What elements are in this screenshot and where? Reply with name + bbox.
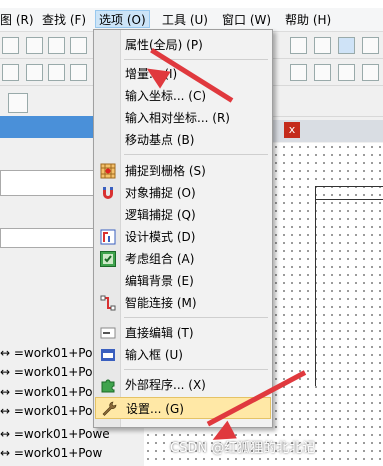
menu-item-label: 逻辑捕捉 (Q) <box>125 208 196 222</box>
toolbar-box-b-icon[interactable] <box>314 64 331 81</box>
menu-window[interactable]: 窗口 (W) <box>222 11 271 29</box>
toolbar-hash-icon[interactable] <box>290 37 307 54</box>
menu-item-edit-background[interactable]: 编辑背景 (E) <box>95 270 271 292</box>
menu-item-label: 对象捕捉 (O) <box>125 186 196 200</box>
magnet-icon <box>103 187 113 199</box>
menu-item-external-program[interactable]: 外部程序... (X) <box>95 374 271 396</box>
list-item[interactable]: ↔ =work01+Pow <box>0 444 110 463</box>
smart-connect-icon <box>100 295 116 311</box>
menu-item-label: 智能连接 (M) <box>125 296 197 310</box>
toolbar-box-icon[interactable] <box>290 64 307 81</box>
toolbar-doc-icon[interactable] <box>70 37 87 54</box>
menu-item-move-base[interactable]: 移动基点 (B) <box>95 129 271 151</box>
menu-item-smart-connect[interactable]: 智能连接 (M) <box>95 292 271 314</box>
menu-item-label: 捕捉到栅格 (S) <box>125 164 206 178</box>
menu-item-direct-edit[interactable]: 直接编辑 (T) <box>95 322 271 344</box>
menu-separator <box>124 59 268 60</box>
menu-separator <box>124 317 268 318</box>
menu-separator <box>124 154 268 155</box>
menu-find[interactable]: 查找 (F) <box>42 11 86 29</box>
menu-item-consider-group[interactable]: 考虑组合 (A) <box>95 248 271 270</box>
menu-item-logic-snap[interactable]: 逻辑捕捉 (Q) <box>95 204 271 226</box>
menu-item-label: 设计模式 (D) <box>125 230 196 244</box>
options-dropdown-menu: 属性(全局) (P) 增量... (I) 输入坐标... (C) 输入相对坐标.… <box>93 29 273 428</box>
menu-item-object-snap[interactable]: 对象捕捉 (O) <box>95 182 271 204</box>
toolbar-page-icon[interactable] <box>48 64 65 81</box>
menu-tools[interactable]: 工具 (U) <box>162 11 208 29</box>
menu-item-design-mode[interactable]: 设计模式 (D) <box>95 226 271 248</box>
toolbar-check-icon[interactable] <box>48 37 65 54</box>
toolbar-page-b-icon[interactable] <box>70 64 87 81</box>
menu-item-label: 直接编辑 (T) <box>125 326 194 340</box>
watermark: CSDN @红狐狸的北北记 <box>170 441 316 456</box>
input-box-icon <box>101 349 115 361</box>
toolbar-box-d-icon[interactable] <box>362 64 379 81</box>
toolbar-new-icon[interactable] <box>2 64 19 81</box>
menu-item-label: 输入相对坐标... (R) <box>125 111 230 125</box>
toolbar-open-icon[interactable] <box>26 64 43 81</box>
menu-item-label: 外部程序... (X) <box>125 378 206 392</box>
toolbar-grid-icon[interactable] <box>2 37 19 54</box>
menu-separator <box>124 369 268 370</box>
group-icon <box>100 251 116 267</box>
wrench-icon <box>102 401 117 416</box>
menu-item-label: 移动基点 (B) <box>125 133 195 147</box>
menu-item-label: 编辑背景 (E) <box>125 274 194 288</box>
menu-item-input-coords[interactable]: 输入坐标... (C) <box>95 85 271 107</box>
toolbar-hash-c-icon[interactable] <box>338 37 355 54</box>
direct-edit-icon <box>100 327 116 339</box>
puzzle-icon <box>101 379 115 393</box>
menu-item-label: 输入框 (U) <box>125 348 183 362</box>
menu-item-label: 输入坐标... (C) <box>125 89 207 103</box>
menu-item-input-relative-coords[interactable]: 输入相对坐标... (R) <box>95 107 271 129</box>
page-frame <box>315 186 383 386</box>
grid-snap-icon <box>100 163 116 179</box>
menu-help[interactable]: 帮助 (H) <box>285 11 331 29</box>
curve-tool-icon[interactable] <box>8 93 28 113</box>
toolbar-layout-icon[interactable] <box>26 37 43 54</box>
menu-item-label: 属性(全局) (P) <box>125 38 203 52</box>
menu-item-snap-grid[interactable]: 捕捉到栅格 (S) <box>95 160 271 182</box>
design-mode-icon <box>100 229 116 245</box>
menu-item-input-box[interactable]: 输入框 (U) <box>95 344 271 366</box>
toolbar-box-c-icon[interactable] <box>338 64 355 81</box>
menu-item-label: 考虑组合 (A) <box>125 252 195 266</box>
menu-options[interactable]: 选项 (O) <box>95 10 150 28</box>
close-tab-button[interactable]: x <box>284 122 300 138</box>
menu-item-label: 设置... (G) <box>126 402 184 416</box>
menu-item-properties[interactable]: 属性(全局) (P) <box>95 34 271 56</box>
toolbar-hash-d-icon[interactable] <box>362 37 379 54</box>
toolbar-hash-b-icon[interactable] <box>314 37 331 54</box>
menu-view[interactable]: 图 (R) <box>0 11 34 29</box>
frame-line <box>315 199 383 200</box>
